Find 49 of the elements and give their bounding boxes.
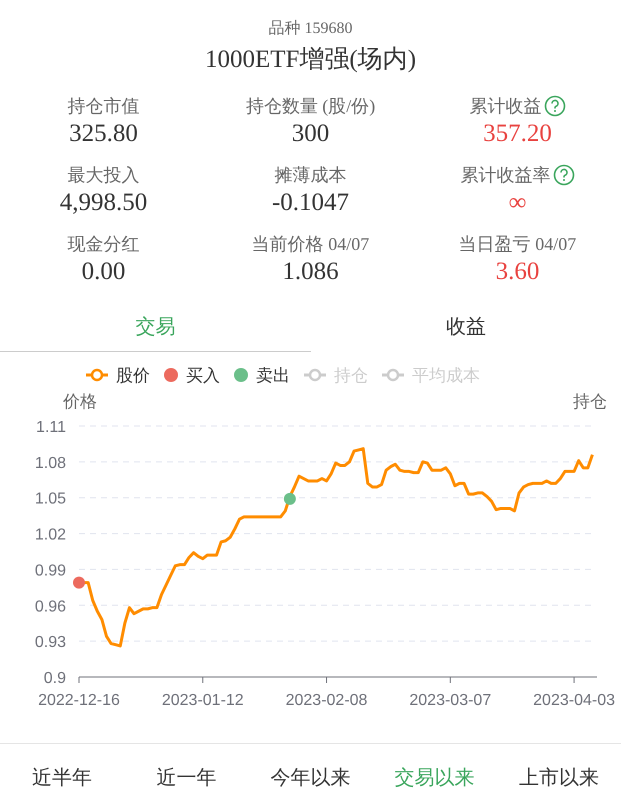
legend-item[interactable]: 卖出 xyxy=(256,366,290,385)
stat-label: 累计收益 xyxy=(470,94,542,118)
x-tick-label: 2022-12-16 xyxy=(38,692,120,709)
range-tab[interactable]: 今年以来 xyxy=(248,762,373,792)
trade-point xyxy=(284,492,296,505)
stat-label: 当日盈亏 04/07 xyxy=(458,232,576,256)
y-tick-label: 0.99 xyxy=(34,562,66,580)
x-tick-label: 2023-04-03 xyxy=(533,692,615,709)
range-tab[interactable]: 上市以来 xyxy=(496,762,621,792)
axis-title: 价格 xyxy=(63,392,97,411)
y-tick-label: 1.05 xyxy=(34,490,66,508)
legend-item[interactable]: 股价 xyxy=(116,366,150,385)
stat-value: ∞ xyxy=(508,188,526,218)
range-tab[interactable]: 近半年 xyxy=(0,762,124,792)
x-tick-label: 2023-03-07 xyxy=(409,692,492,709)
line-marker-icon xyxy=(382,368,404,382)
line-marker-icon xyxy=(304,368,326,382)
range-tab[interactable]: 近一年 xyxy=(124,762,248,792)
stat-value: 3.60 xyxy=(496,257,540,287)
stat-value: 300 xyxy=(292,119,330,149)
stat-value: 4,998.50 xyxy=(60,188,148,218)
x-tick-label: 2023-01-12 xyxy=(162,692,244,709)
stat-value: 1.086 xyxy=(282,257,339,287)
help-icon[interactable] xyxy=(544,95,566,117)
stat-value: -0.1047 xyxy=(272,188,350,218)
trade-point xyxy=(73,576,85,589)
y-tick-label: 1.02 xyxy=(34,526,66,544)
stat-label: 持仓市值 xyxy=(68,94,140,118)
product-code: 品种 159680 xyxy=(268,18,352,39)
stat-label: 现金分红 xyxy=(68,232,140,256)
stat-value: 325.80 xyxy=(69,119,138,149)
axis-title: 持仓 xyxy=(573,392,607,411)
stat-label: 最大投入 xyxy=(68,164,140,186)
y-tick-label: 0.96 xyxy=(34,598,66,616)
product-title: 1000ETF增强(场内) xyxy=(204,45,416,75)
stat-value: 0.00 xyxy=(82,257,126,287)
stat-label: 持仓数量 (股/份) xyxy=(246,94,376,118)
stat-value: 357.20 xyxy=(483,119,552,149)
x-tick-label: 2023-02-08 xyxy=(286,692,368,709)
stat-label: 累计收益率 xyxy=(460,164,550,186)
y-tick-label: 1.08 xyxy=(34,454,66,472)
tab[interactable]: 收益 xyxy=(310,302,621,352)
stat-label: 当前价格 04/07 xyxy=(252,232,370,256)
y-tick-label: 0.9 xyxy=(44,670,66,687)
y-tick-label: 1.11 xyxy=(36,419,66,436)
y-tick-label: 0.93 xyxy=(34,634,66,652)
stat-label: 摊薄成本 xyxy=(274,164,346,186)
help-icon[interactable] xyxy=(552,164,574,186)
legend-item[interactable]: 买入 xyxy=(186,366,220,385)
